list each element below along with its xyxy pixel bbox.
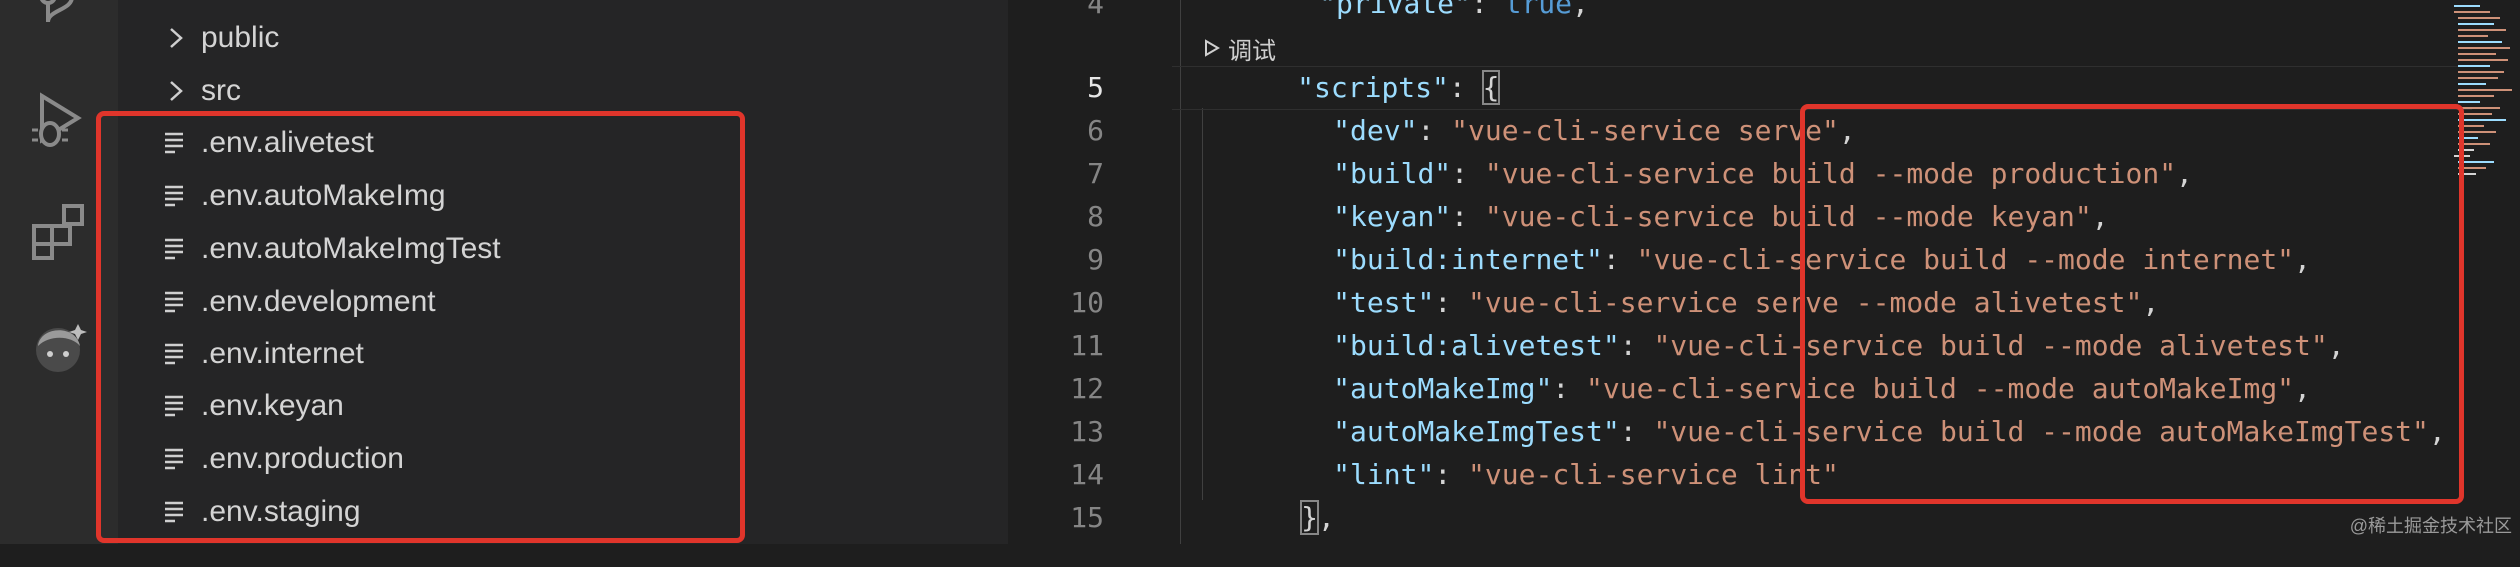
run-debug-icon[interactable]	[28, 88, 92, 152]
tree-folder-label: public	[201, 21, 280, 54]
json-sep: :	[1470, 0, 1505, 20]
json-key: "private"	[1319, 0, 1471, 20]
avatar-icon[interactable]	[28, 316, 92, 380]
json-key: "lint"	[1333, 458, 1435, 491]
line-number: 9	[1087, 243, 1104, 276]
json-sep: :	[1434, 458, 1469, 491]
line-number: 6	[1087, 114, 1104, 147]
line-number: 7	[1087, 157, 1104, 190]
tree-folder-src[interactable]: src	[118, 65, 1008, 117]
line-number: 15	[1070, 501, 1104, 534]
json-value: true	[1504, 0, 1573, 20]
source-control-icon[interactable]	[28, 0, 92, 40]
line-number: 14	[1070, 458, 1104, 491]
highlight-box-modes	[1800, 104, 2464, 504]
line-number: 4	[1087, 0, 1104, 20]
line-number: 13	[1070, 415, 1104, 448]
line-number: 5	[1087, 71, 1104, 104]
extensions-icon[interactable]	[28, 200, 92, 264]
line-number: 11	[1070, 329, 1104, 362]
highlight-box-env-files	[96, 111, 745, 543]
watermark: @稀土掘金技术社区	[2349, 516, 2512, 536]
chevron-right-icon	[170, 81, 183, 101]
json-value: "vue-cli-service lint"	[1468, 458, 1839, 491]
json-comma: ,	[1318, 501, 1335, 534]
chevron-right-icon	[170, 28, 183, 48]
json-comma: ,	[1572, 0, 1589, 20]
line-number: 12	[1070, 372, 1104, 405]
code-line-4: 4 "private": true,	[1008, 0, 2448, 25]
line-number: 8	[1087, 200, 1104, 233]
tree-folder-public[interactable]: public	[118, 12, 1008, 64]
tree-folder-label: src	[201, 74, 241, 107]
json-close-brace: }	[1300, 500, 1320, 535]
line-number: 10	[1070, 286, 1104, 319]
